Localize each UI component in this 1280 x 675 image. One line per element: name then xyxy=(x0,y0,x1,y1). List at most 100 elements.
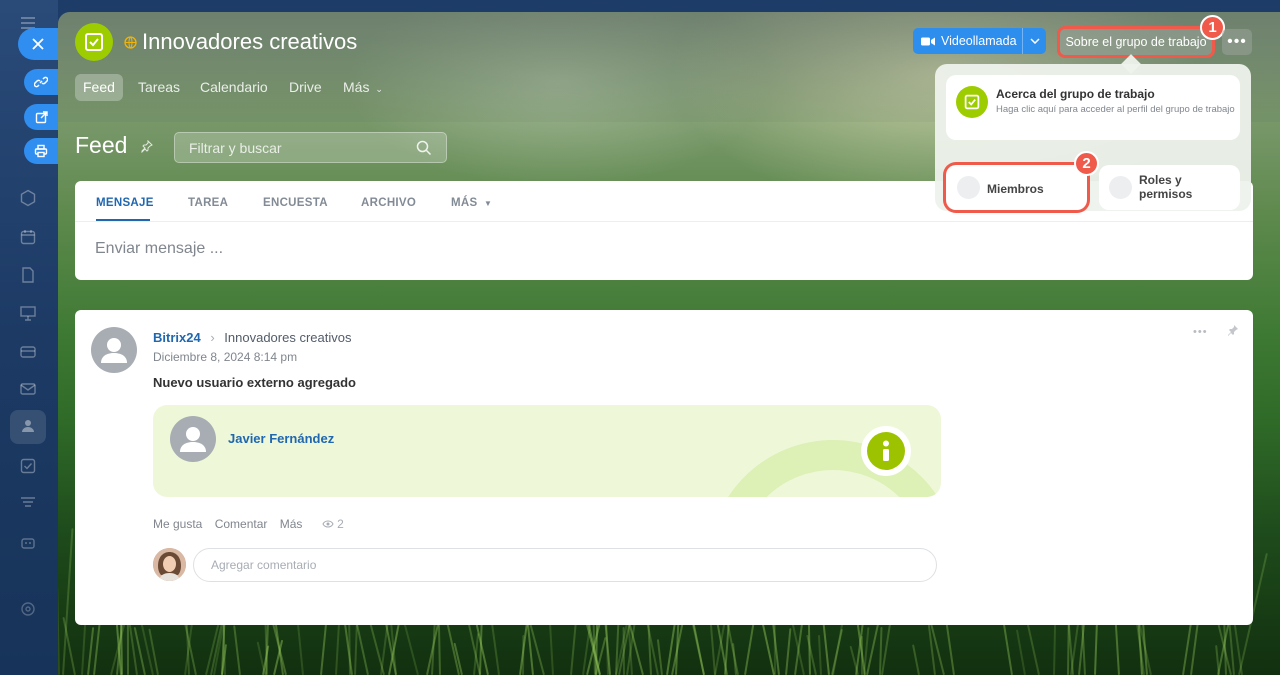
close-icon xyxy=(32,38,44,50)
roles-permissions-card[interactable]: Roles y permisos xyxy=(1099,165,1240,210)
comment-input[interactable]: Agregar comentario xyxy=(193,548,937,582)
video-call-button[interactable]: Videollamada xyxy=(913,28,1046,54)
pin-icon[interactable] xyxy=(140,139,153,154)
group-avatar-icon xyxy=(964,94,980,110)
group-slider-panel: Innovadores creativos Feed Tareas Calend… xyxy=(58,12,1280,675)
post-title: Nuevo usuario externo agregado xyxy=(153,375,356,390)
post-date[interactable]: Diciembre 8, 2024 8:14 pm xyxy=(153,350,297,364)
user-silhouette-icon xyxy=(101,338,127,363)
globe-icon xyxy=(124,36,137,52)
eye-icon xyxy=(322,520,334,528)
composer-tab-mas-label: MÁS xyxy=(451,197,478,209)
about-group-card[interactable]: Acerca del grupo de trabajo Haga clic aq… xyxy=(946,75,1240,140)
feed-title-label: Feed xyxy=(75,132,128,158)
grass-blade xyxy=(58,586,60,675)
post-menu-icon[interactable]: ••• xyxy=(1193,326,1208,338)
like-button[interactable]: Me gusta xyxy=(153,517,202,531)
post-destination-link[interactable]: Innovadores creativos xyxy=(224,330,351,345)
copy-link-button[interactable] xyxy=(24,69,58,95)
post-author-link[interactable]: Bitrix24 xyxy=(153,330,201,345)
tab-mas[interactable]: Más ⌄ xyxy=(335,74,391,101)
grass-blade xyxy=(785,628,792,675)
tab-calendario[interactable]: Calendario xyxy=(192,74,276,101)
members-card[interactable]: Miembros xyxy=(946,165,1087,210)
members-icon xyxy=(957,176,980,199)
video-call-dropdown[interactable] xyxy=(1022,28,1046,54)
user-avatar[interactable] xyxy=(170,416,216,462)
about-group-description: Haga clic aquí para acceder al perfil de… xyxy=(996,104,1235,115)
commenter-avatar xyxy=(153,548,186,581)
feed-title: Feed xyxy=(75,132,153,159)
composer-tab-mas[interactable]: MÁS ▼ xyxy=(451,197,492,209)
step-badge-2-label: 2 xyxy=(1082,155,1091,172)
search-input[interactable]: Filtrar y buscar xyxy=(174,132,447,163)
new-user-card: Javier Fernández xyxy=(153,405,941,497)
composer-tab-tarea[interactable]: TAREA xyxy=(188,197,228,209)
views-count: 2 xyxy=(337,517,344,531)
more-actions-button[interactable]: Más xyxy=(280,517,303,531)
about-group-button[interactable]: Sobre el grupo de trabajo xyxy=(1060,29,1212,55)
settings-icon[interactable] xyxy=(18,600,38,620)
search-placeholder: Filtrar y buscar xyxy=(189,139,282,156)
caret-down-icon: ▼ xyxy=(483,199,493,208)
grass-blade xyxy=(912,644,920,675)
more-options-button[interactable]: ••• xyxy=(1222,29,1252,55)
step-badge-1-label: 1 xyxy=(1208,19,1217,36)
feed-post: Bitrix24 › Innovadores creativos Diciemb… xyxy=(75,310,1253,625)
grass-blade xyxy=(831,628,843,675)
user-silhouette-icon xyxy=(180,427,206,452)
close-slider-button[interactable] xyxy=(18,28,58,60)
group-logo-small xyxy=(956,86,988,118)
mail-icon[interactable] xyxy=(18,380,38,400)
composer-tab-archivo-label: ARCHIVO xyxy=(361,197,417,209)
message-input[interactable]: Enviar mensaje ... xyxy=(95,240,223,258)
message-input-placeholder: Enviar mensaje ... xyxy=(95,240,224,257)
group-logo[interactable] xyxy=(75,23,113,61)
comment-button[interactable]: Comentar xyxy=(215,517,268,531)
tab-drive[interactable]: Drive xyxy=(281,74,330,101)
tab-tareas[interactable]: Tareas xyxy=(130,74,188,101)
about-group-label: Sobre el grupo de trabajo xyxy=(1065,35,1207,49)
video-call-label: Videollamada xyxy=(941,34,1017,48)
group-avatar-icon xyxy=(85,33,103,51)
pin-icon[interactable] xyxy=(1225,324,1239,343)
composer-tab-tarea-label: TAREA xyxy=(188,197,229,209)
step-badge-2: 2 xyxy=(1074,151,1099,176)
about-group-popup: Acerca del grupo de trabajo Haga clic aq… xyxy=(935,64,1251,211)
composer-tab-mensaje[interactable]: MENSAJE xyxy=(96,197,154,221)
user-name-link[interactable]: Javier Fernández xyxy=(228,431,334,446)
filter-icon[interactable] xyxy=(18,494,38,514)
presentation-icon[interactable] xyxy=(18,304,38,324)
tab-mas-label: Más xyxy=(343,79,370,95)
link-icon xyxy=(34,76,48,88)
composer-tab-mensaje-label: MENSAJE xyxy=(96,197,154,209)
author-avatar[interactable] xyxy=(91,327,137,373)
tab-feed-label: Feed xyxy=(83,79,115,95)
tab-feed[interactable]: Feed xyxy=(75,74,123,101)
search-icon[interactable] xyxy=(416,140,432,156)
composer-tab-archivo[interactable]: ARCHIVO xyxy=(361,197,416,209)
chevron-down-icon xyxy=(1029,38,1040,44)
composer-tab-encuesta[interactable]: ENCUESTA xyxy=(263,197,328,209)
grass-blade xyxy=(622,626,625,675)
chevron-right-icon: › xyxy=(210,330,215,345)
calendar-icon[interactable] xyxy=(18,228,38,248)
group-icon[interactable] xyxy=(18,417,38,437)
document-icon[interactable] xyxy=(18,266,38,286)
robot-icon[interactable] xyxy=(18,533,38,553)
left-sidebar xyxy=(0,0,58,675)
composer-tab-encuesta-label: ENCUESTA xyxy=(263,197,328,209)
grass-blade xyxy=(817,635,822,675)
hexagon-icon[interactable] xyxy=(18,189,38,209)
print-button[interactable] xyxy=(24,138,58,164)
roles-label: Roles y permisos xyxy=(1139,173,1193,201)
checkbox-icon[interactable] xyxy=(18,457,38,477)
views-counter[interactable]: 2 xyxy=(322,517,344,531)
members-label: Miembros xyxy=(987,182,1044,196)
info-icon xyxy=(861,426,911,476)
grass-blade xyxy=(233,625,241,675)
open-new-window-button[interactable] xyxy=(24,104,58,130)
chevron-down-icon: ⌄ xyxy=(375,84,383,94)
card-icon[interactable] xyxy=(18,343,38,363)
ellipsis-icon: ••• xyxy=(1227,33,1247,50)
